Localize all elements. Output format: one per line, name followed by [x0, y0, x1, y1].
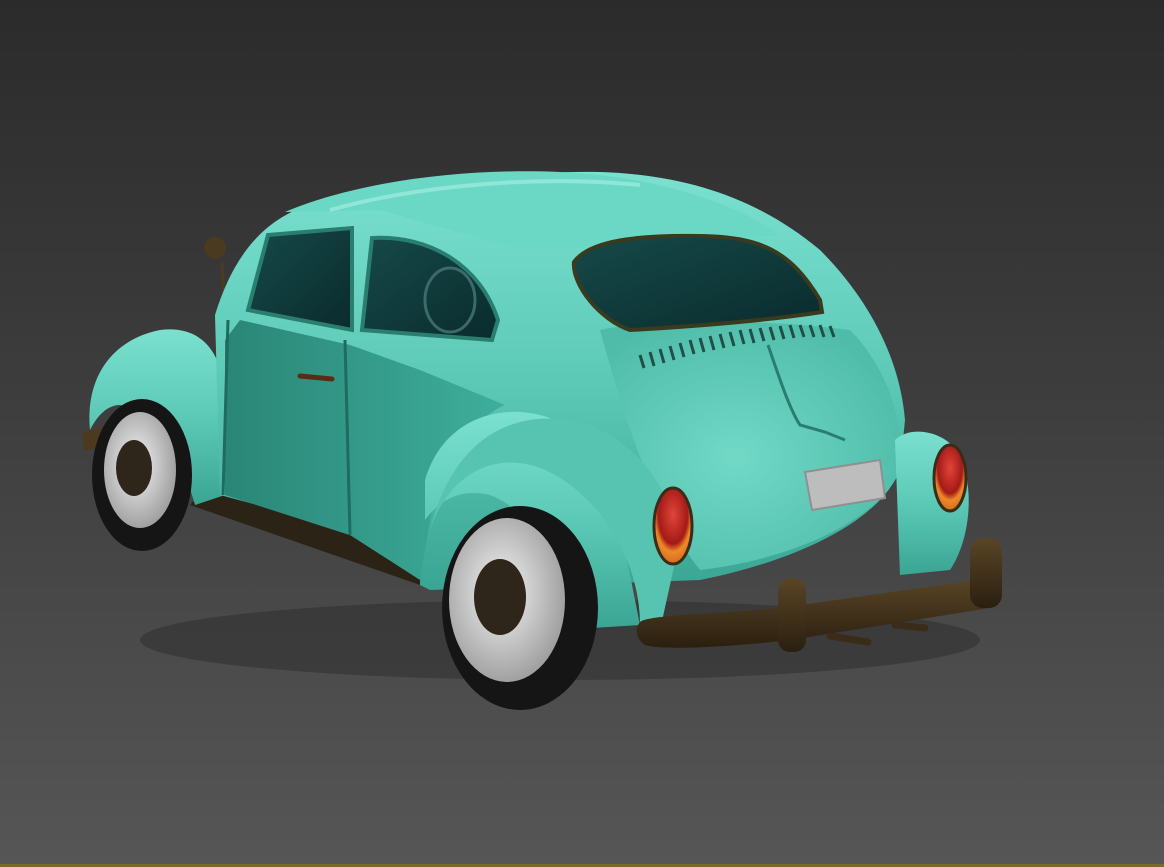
exhaust-pipe-right	[891, 621, 929, 632]
bumper-guard-left	[778, 578, 806, 652]
door-handle	[297, 373, 335, 382]
car-render	[82, 171, 1002, 710]
taillight-right	[932, 443, 968, 513]
3d-viewport[interactable]	[0, 0, 1164, 867]
front-wheel	[92, 399, 192, 551]
rear-wheel	[442, 506, 598, 710]
bumper-guard-right	[970, 538, 1002, 608]
taillight-left	[652, 486, 694, 566]
antenna-ball	[204, 237, 226, 259]
